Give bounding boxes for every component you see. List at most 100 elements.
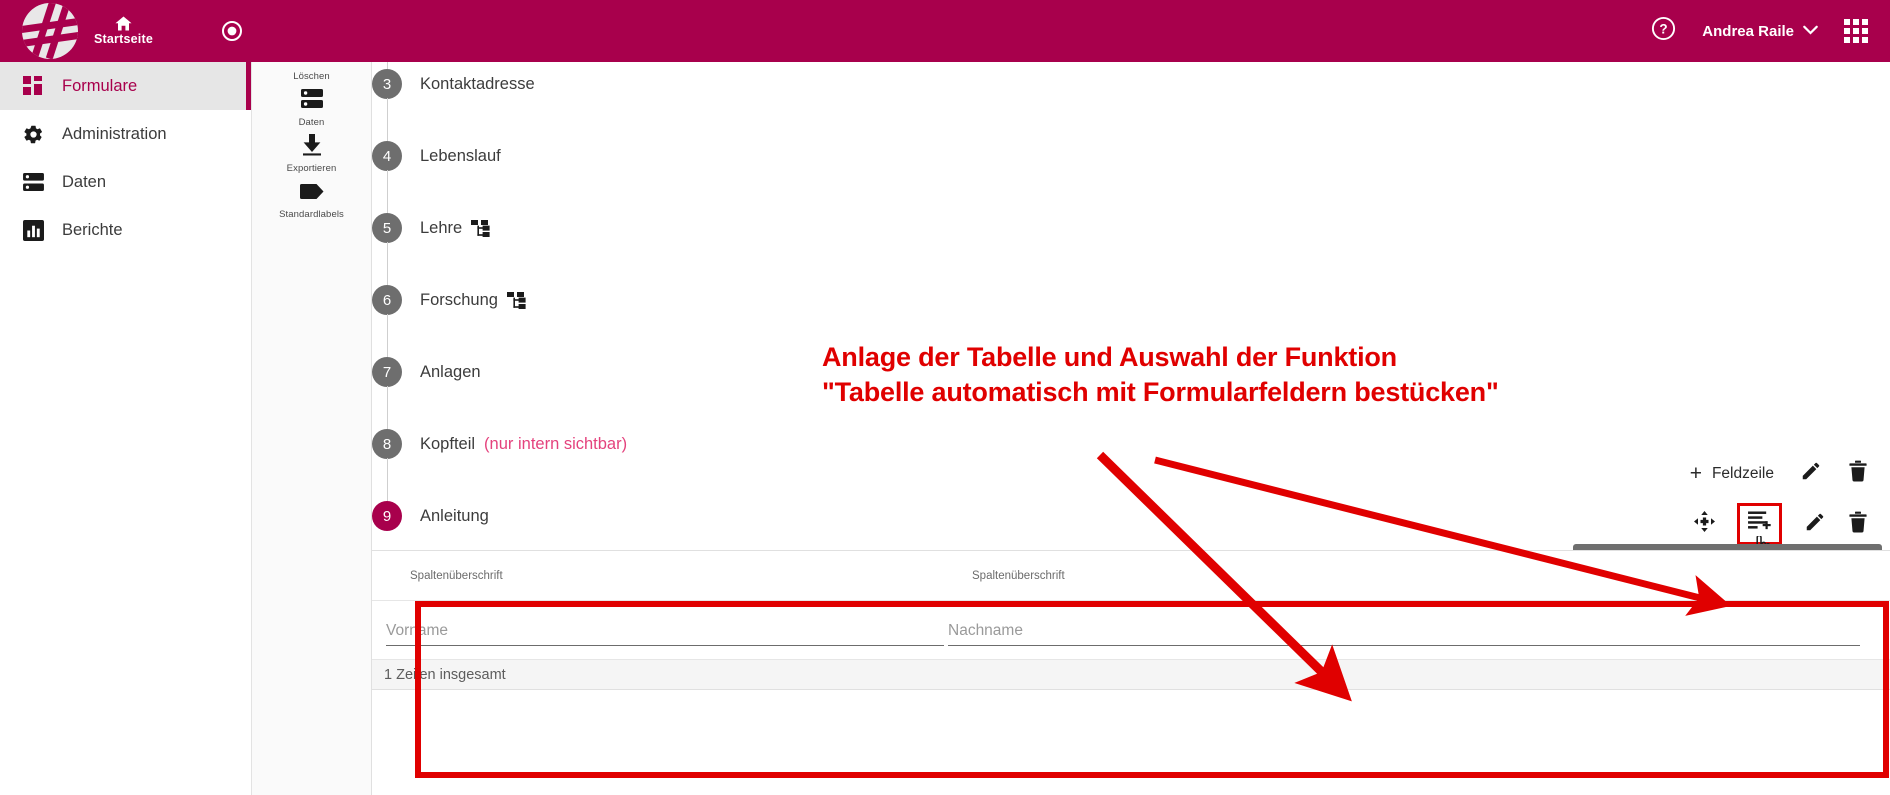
form-table: Spaltenüberschrift Spaltenüberschrift 1 … [372,550,1890,690]
add-field-row-label: Feldzeile [1711,464,1774,482]
stepper-item-lehre[interactable]: 5 Lehre [372,170,972,264]
home-icon [115,16,132,32]
server-icon [22,171,44,193]
toolbar-item-label: Daten [298,117,325,128]
user-menu-button[interactable]: Andrea Raile [1702,22,1818,40]
stepper-connector [387,314,388,358]
header-right-group: ? Andrea Raile [1651,16,1890,46]
stepper-item-anlagen[interactable]: 7 Anlagen [372,314,972,408]
stepper-number[interactable]: 7 [372,357,402,387]
main-sidebar: Formulare Administration Daten Berichte [0,62,252,795]
home-label: Startseite [94,32,153,46]
top-header: Startseite ? Andrea Raile [0,0,1890,62]
table-header-row: Spaltenüberschrift Spaltenüberschrift [372,551,1890,601]
add-field-row-button[interactable]: + Feldzeile [1690,463,1774,484]
apps-grid-icon[interactable] [1844,19,1868,43]
toolbar-item-label: Löschen [293,71,330,82]
toolbar-item-label: Exportieren [286,163,337,174]
sidebar-item-daten[interactable]: Daten [0,158,251,206]
pencil-icon [1804,511,1826,538]
edit-field-row-button[interactable] [1800,460,1822,487]
table-row [372,601,1890,659]
sitemap-icon[interactable] [471,219,490,237]
sidebar-item-label: Administration [62,124,167,143]
stepper-number[interactable]: 8 [372,429,402,459]
stepper-label-group[interactable]: Lebenslauf [420,147,501,166]
vorname-input[interactable] [386,620,944,646]
stepper-number[interactable]: 5 [372,213,402,243]
chart-bar-icon [22,219,44,241]
toolbar-item-standardlabels[interactable]: Standardlabels [252,176,371,222]
home-nav-button[interactable]: Startseite [94,16,153,46]
sidebar-item-label: Berichte [62,220,123,239]
table-footer-count: 1 Zeilen insgesamt [372,659,1890,689]
download-icon [301,130,323,160]
stepper-connector [387,458,388,502]
stepper-connector [387,170,388,214]
stepper-label-group[interactable]: Forschung [420,291,526,310]
stepper-item-lebenslauf[interactable]: 4 Lebenslauf [372,98,972,192]
trash-icon [1848,460,1868,487]
stepper-connector [387,98,388,142]
delete-table-button[interactable] [1848,511,1868,538]
stepper-label: Lehre [420,218,463,237]
stepper-item-anleitung[interactable]: 9 Anleitung [372,458,972,552]
table-toolbar [1694,503,1868,562]
gear-icon [22,123,44,145]
stepper-number[interactable]: 6 [372,285,402,315]
nachname-input[interactable] [948,620,1860,646]
stepper-number[interactable]: 9 [372,501,402,531]
delete-field-row-button[interactable] [1848,460,1868,487]
tag-icon [299,176,324,206]
pencil-icon [1800,460,1822,487]
column-header[interactable]: Spaltenüberschrift [372,570,944,582]
stepper-label-group[interactable]: Anleitung [420,507,489,526]
stepper-connector [387,242,388,286]
record-circle-icon[interactable] [221,20,243,42]
sidebar-item-berichte[interactable]: Berichte [0,206,251,254]
stepper-number[interactable]: 3 [372,69,402,99]
stepper-label-group[interactable]: Lehre [420,219,490,238]
trash-icon [1848,511,1868,538]
svg-text:?: ? [1660,22,1668,37]
toolbar-item-loeschen[interactable]: Löschen [252,68,371,84]
stepper-label: Anlagen [420,362,481,381]
stepper-label: Lebenslauf [420,146,501,165]
stepper-label-note: (nur intern sichtbar) [484,434,628,453]
stepper-label: Kontaktadresse [420,74,535,93]
sidebar-item-administration[interactable]: Administration [0,110,251,158]
stepper-label-group[interactable]: Kontaktadresse [420,75,535,94]
server-icon [300,84,323,114]
stepper-item-kopfteil[interactable]: 8 Kopfteil (nur intern sichtbar) [372,386,972,480]
user-name-label: Andrea Raile [1702,22,1794,40]
stepper-label: Kopfteil [420,434,476,453]
toolbar-item-exportieren[interactable]: Exportieren [252,130,371,176]
help-circle-icon[interactable]: ? [1651,16,1676,46]
chevron-down-icon [1803,22,1818,40]
table-cell [944,614,1890,646]
toolbar-item-daten[interactable]: Daten [252,84,371,130]
stepper-number[interactable]: 4 [372,141,402,171]
stepper-label-group[interactable]: Kopfteil (nur intern sichtbar) [420,435,627,454]
sidebar-item-label: Daten [62,172,107,191]
application-logo[interactable] [22,3,78,59]
stepper-label-group[interactable]: Anlagen [420,363,481,382]
stepper-item-forschung[interactable]: 6 Forschung [372,242,972,336]
sidebar-item-formulare[interactable]: Formulare [0,62,251,110]
move-table-handle[interactable] [1694,511,1715,537]
logo-container [0,3,100,59]
stepper-item-kontaktadresse[interactable]: 3 Kontaktadresse [372,62,972,120]
table-autofill-button[interactable] [1737,503,1782,562]
edit-table-button[interactable] [1804,511,1826,538]
form-section-stepper: 3 Kontaktadresse 4 Lebenslauf 5 Lehre 6 … [372,62,972,552]
toolbar-item-label: Standardlabels [279,209,344,220]
column-header[interactable]: Spaltenüberschrift [944,570,1890,582]
table-cell [372,614,944,646]
stepper-label: Forschung [420,290,498,309]
forms-icon [22,75,44,97]
stepper-label: Anleitung [420,506,489,525]
sitemap-icon[interactable] [506,291,526,309]
sidebar-item-label: Formulare [62,76,138,95]
plus-icon: + [1689,462,1702,485]
main-content: 3 Kontaktadresse 4 Lebenslauf 5 Lehre 6 … [372,62,1890,795]
